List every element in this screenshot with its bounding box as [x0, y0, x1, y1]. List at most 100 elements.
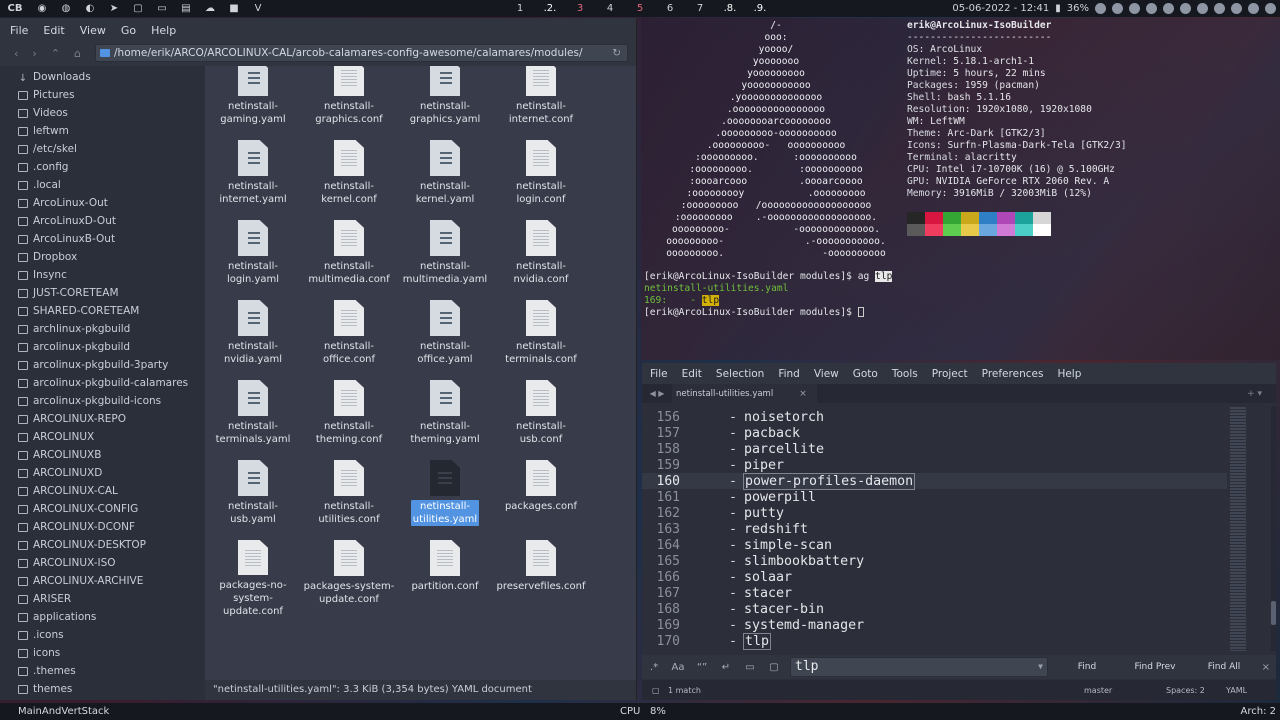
minimap[interactable] [1230, 406, 1270, 651]
sidebar-item[interactable]: themes [0, 680, 205, 698]
file-item[interactable]: netinstall-nvidia.conf [493, 218, 589, 298]
tray-icon[interactable] [1146, 3, 1157, 14]
code-line[interactable]: 169 - systemd-manager [642, 617, 1227, 633]
home-icon[interactable]: ⌂ [74, 47, 81, 60]
sidebar-item[interactable]: icons [0, 644, 205, 662]
find-button[interactable]: Find [1054, 657, 1120, 677]
regex-toggle-icon[interactable]: .* [642, 662, 666, 673]
layout-indicator[interactable]: MainAndVertStack [18, 703, 109, 720]
file-item[interactable]: netinstall-terminals.conf [493, 298, 589, 378]
menu-edit[interactable]: Edit [43, 24, 64, 37]
file-item[interactable]: netinstall-terminals.yaml [205, 378, 301, 458]
tray-icon[interactable] [1112, 3, 1123, 14]
sidebar-item[interactable]: ARCOLINUXD [0, 464, 205, 482]
code-line[interactable]: 157 - pacback [642, 425, 1227, 441]
file-icon[interactable]: ▢ [126, 0, 150, 17]
reload-icon[interactable]: ↻ [612, 45, 621, 61]
sidebar-item[interactable]: ARCOLINUX-CAL [0, 482, 205, 500]
sidebar-item[interactable]: Videos [0, 104, 205, 122]
tray-icon[interactable] [1248, 3, 1259, 14]
file-item[interactable]: netinstall-office.conf [301, 298, 397, 378]
sidebar-item[interactable]: SHARED-CORETEAM [0, 302, 205, 320]
launcher-button[interactable]: CB [0, 0, 30, 17]
camera-icon[interactable] [1095, 3, 1106, 14]
tray-icon[interactable] [1197, 3, 1208, 14]
new-tab-icon[interactable]: + ▾ [1247, 389, 1262, 399]
sidebar-item[interactable]: ARCOLINUX-REPO [0, 410, 205, 428]
file-item[interactable]: netinstall-kernel.yaml [397, 138, 493, 218]
file-item[interactable]: netinstall-kernel.conf [301, 138, 397, 218]
sidebar-item[interactable]: leftwm [0, 122, 205, 140]
editor-menu-item[interactable]: Tools [892, 368, 918, 380]
file-item[interactable]: netinstall-internet.yaml [205, 138, 301, 218]
code-line[interactable]: 166 - solaar [642, 569, 1227, 585]
syntax-mode[interactable]: YAML [1226, 686, 1247, 695]
path-input[interactable]: /home/erik/ARCO/ARCOLINUX-CAL/arcob-cala… [95, 44, 628, 62]
menu-go[interactable]: Go [121, 24, 136, 37]
editor-menu-item[interactable]: Project [932, 368, 968, 380]
vivaldi-icon[interactable]: V [246, 0, 270, 17]
sidebar-item[interactable]: ARCOLINUX-DCONF [0, 518, 205, 536]
tag-6[interactable]: 6 [655, 0, 685, 17]
sublime-icon[interactable]: ◐ [78, 0, 102, 17]
sidebar-item[interactable]: .local [0, 176, 205, 194]
tag-9[interactable]: .9. [745, 0, 775, 17]
telegram-icon[interactable]: ➤ [102, 0, 126, 17]
file-item[interactable]: netinstall-usb.conf [493, 378, 589, 458]
sidebar-item[interactable]: ARCOLINUX-ARCHIVE [0, 572, 205, 590]
tray-icon[interactable] [1214, 3, 1225, 14]
code-line[interactable]: 158 - parcellite [642, 441, 1227, 457]
editor-menu-item[interactable]: Selection [716, 368, 764, 380]
menu-view[interactable]: View [80, 24, 106, 37]
tag-5[interactable]: 5 [625, 0, 655, 17]
file-item[interactable]: netinstall-theming.conf [301, 378, 397, 458]
sidebar-item[interactable]: ARCOLINUX [0, 428, 205, 446]
tag-7[interactable]: 7 [685, 0, 715, 17]
editor-menu-item[interactable]: Preferences [982, 368, 1044, 380]
sidebar-item[interactable]: Dropbox [0, 248, 205, 266]
close-icon[interactable]: × [1262, 662, 1270, 673]
tray-icon[interactable] [1129, 3, 1140, 14]
sidebar-item[interactable]: ArcoLinuxB-Out [0, 230, 205, 248]
chevron-down-icon[interactable]: ▼ [1038, 658, 1043, 676]
folder-icon[interactable]: ▤ [174, 0, 198, 17]
terminal-window[interactable]: /- ooo: yoooo/yooooooo yooooooooo yooooooooo… [641, 18, 1280, 360]
file-item[interactable]: netinstall-gaming.yaml [205, 66, 301, 138]
tag-2[interactable]: .2. [535, 0, 565, 17]
tray-icon[interactable] [1231, 3, 1242, 14]
code-line[interactable]: 164 - simple-scan [642, 537, 1227, 553]
sidebar-item[interactable]: arcolinux-pkgbuild-3party [0, 356, 205, 374]
file-item[interactable]: netinstall-graphics.yaml [397, 66, 493, 138]
editor-menu-item[interactable]: Help [1057, 368, 1081, 380]
file-item[interactable]: netinstall-login.conf [493, 138, 589, 218]
case-toggle-icon[interactable]: Aa [666, 662, 690, 673]
highlight-toggle-icon[interactable]: ▢ [762, 662, 786, 673]
sidebar-item[interactable]: ARCOLINUX-DESKTOP [0, 536, 205, 554]
sidebar-item[interactable]: ARCOLINUXB [0, 446, 205, 464]
tag-1[interactable]: 1 [505, 0, 535, 17]
arcolinux-logo-icon[interactable]: ◉ [30, 0, 54, 17]
sidebar-item[interactable]: JUST-CORETEAM [0, 284, 205, 302]
sidebar-item[interactable]: arcolinux-pkgbuild [0, 338, 205, 356]
sidebar-item[interactable]: Insync [0, 266, 205, 284]
up-icon[interactable]: ⌃ [51, 47, 60, 60]
file-item[interactable]: packages.conf [493, 458, 589, 538]
editor-scrollbar[interactable] [1271, 406, 1276, 651]
sidebar-item[interactable]: applications [0, 608, 205, 626]
file-item[interactable]: netinstall-theming.yaml [397, 378, 493, 458]
tab-scroll-arrows[interactable]: ◀ ▶ [642, 389, 672, 398]
file-item[interactable]: partition.conf [397, 538, 493, 618]
firefox-icon[interactable]: ◍ [54, 0, 78, 17]
git-branch[interactable]: master [1084, 686, 1112, 695]
file-item[interactable]: netinstall-usb.yaml [205, 458, 301, 538]
code-line[interactable]: 170 - tlp [642, 632, 1227, 650]
whole-word-toggle-icon[interactable]: “” [690, 662, 714, 673]
code-line[interactable]: 162 - putty [642, 505, 1227, 521]
file-item[interactable]: packages-no-system-update.conf [205, 538, 301, 618]
file-item[interactable]: netinstall-utilities.conf [301, 458, 397, 538]
indentation[interactable]: Spaces: 2 [1166, 686, 1205, 695]
sidebar-item[interactable]: Pictures [0, 86, 205, 104]
file-item[interactable]: netinstall-nvidia.yaml [205, 298, 301, 378]
editor-menu-item[interactable]: View [814, 368, 839, 380]
code-line[interactable]: 159 - piper [642, 457, 1227, 473]
